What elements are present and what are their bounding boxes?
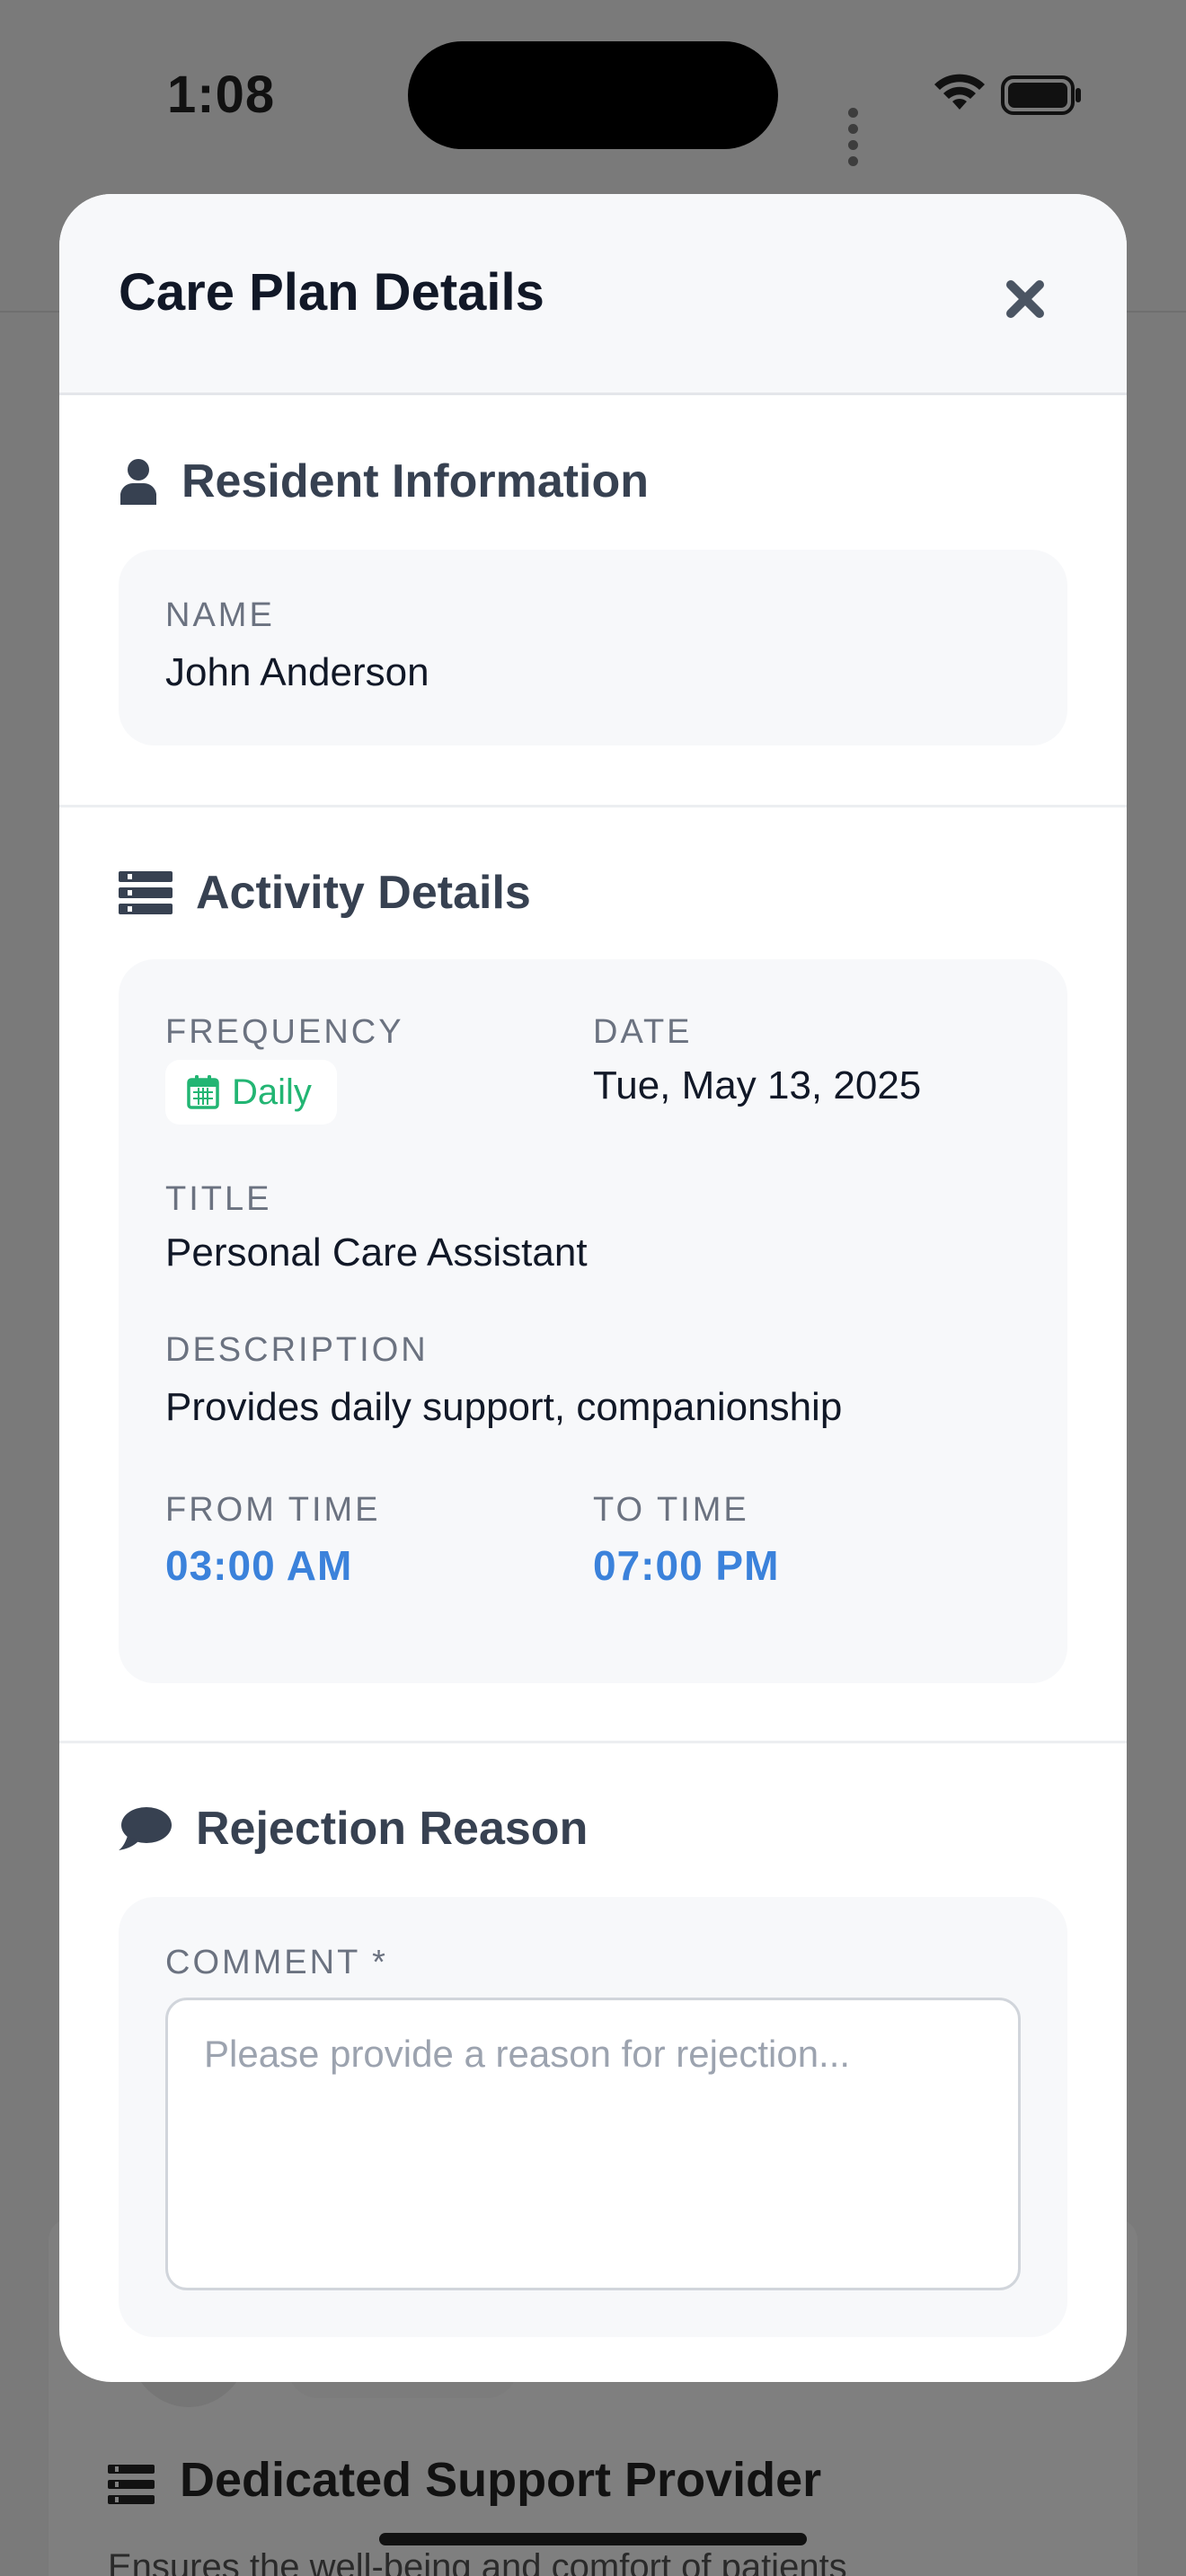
date-value: Tue, May 13, 2025 [593,1063,922,1107]
close-button[interactable] [994,268,1057,331]
description-label: DESCRIPTION [165,1331,429,1369]
signal-icon [848,106,862,171]
title-label: TITLE [165,1180,272,1218]
comment-field[interactable] [165,1998,1021,2290]
resident-heading: Resident Information [181,455,650,507]
resident-section-title: Resident Information [119,454,649,508]
calendar-icon [187,1075,219,1109]
battery-icon [1001,75,1081,115]
name-value: John Anderson [165,650,429,694]
screen: Dedicated Support Provider Ensures the w… [0,0,1186,2576]
to-time-label: TO TIME [593,1491,749,1529]
dynamic-island [408,41,778,149]
title-value: Personal Care Assistant [165,1231,588,1275]
frequency-value: Daily [232,1072,312,1112]
activity-details-card: FREQUENCY Daily DATE Tue, May 13, 2025 T… [119,959,1067,1683]
background-card-text: Ensures the well-being and comfort of pa… [108,2547,847,2576]
from-time-value: 03:00 AM [165,1542,353,1589]
close-icon [1006,280,1044,318]
frequency-badge: Daily [165,1060,337,1125]
to-time-value: 07:00 PM [593,1542,780,1589]
resident-info-card: NAME John Anderson [119,550,1067,745]
list-icon [119,871,173,914]
name-label: NAME [165,596,275,634]
wifi-icon [934,74,985,110]
activity-heading: Activity Details [196,867,531,919]
care-plan-modal: Care Plan Details Resident Information N… [59,194,1127,2382]
description-value: Provides daily support, companionship [165,1385,843,1429]
home-indicator [379,2533,807,2545]
frequency-label: FREQUENCY [165,1013,404,1051]
background-card-title: Dedicated Support Provider [108,2452,821,2508]
rejection-section-title: Rejection Reason [119,1802,588,1856]
modal-header: Care Plan Details [59,194,1127,395]
date-label: DATE [593,1013,693,1051]
status-time: 1:08 [167,66,276,124]
background-card-title-text: Dedicated Support Provider [180,2453,822,2507]
rejection-card: COMMENT * [119,1897,1067,2337]
section-divider [59,805,1127,807]
from-time-label: FROM TIME [165,1491,381,1529]
list-icon [108,2460,155,2504]
modal-title: Care Plan Details [119,263,544,322]
user-icon [119,458,158,505]
rejection-heading: Rejection Reason [196,1803,589,1855]
comment-icon [119,1805,173,1852]
section-divider [59,1741,1127,1743]
activity-section-title: Activity Details [119,866,531,920]
comment-label: COMMENT * [165,1944,388,1981]
